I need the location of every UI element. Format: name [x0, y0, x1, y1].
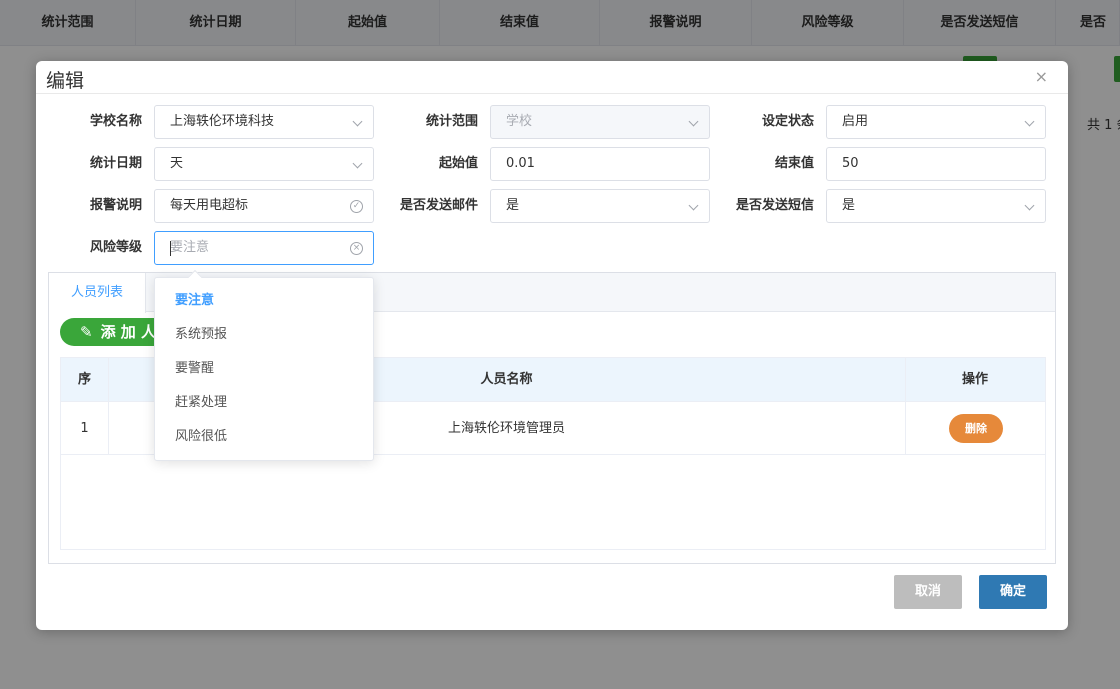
risk-option[interactable]: 风险很低 — [155, 420, 373, 454]
status-select[interactable]: 启用 — [826, 105, 1046, 139]
cancel-button[interactable]: 取消 — [894, 575, 962, 609]
risk-option[interactable]: 要警醒 — [155, 352, 373, 386]
scope-label: 统计范围 — [425, 114, 478, 129]
risk-select[interactable]: 要注意 × — [154, 231, 374, 265]
tab-person-list[interactable]: 人员列表 — [49, 273, 146, 313]
clear-circle-icon[interactable]: × — [350, 242, 363, 255]
send-email-select[interactable]: 是 — [490, 189, 710, 223]
school-label: 学校名称 — [89, 114, 142, 129]
header-action: 操作 — [961, 372, 988, 387]
dialog-divider — [36, 93, 1068, 94]
school-select[interactable]: 上海轶伦环境科技 — [154, 105, 374, 139]
scope-select: 学校 — [490, 105, 710, 139]
chevron-down-icon — [688, 200, 699, 211]
start-input[interactable]: 0.01 — [490, 147, 710, 181]
dialog-title: 编辑 — [46, 70, 85, 92]
end-input[interactable]: 50 — [826, 147, 1046, 181]
add-button-label: 添 加 人 — [100, 323, 157, 341]
edit-pen-icon: ✎ — [80, 323, 93, 341]
chevron-down-icon — [352, 158, 363, 169]
risk-label: 风险等级 — [89, 240, 142, 255]
risk-option[interactable]: 要注意 — [155, 284, 373, 318]
delete-button[interactable]: 删除 — [949, 414, 1003, 443]
status-label: 设定状态 — [761, 114, 814, 129]
close-icon[interactable]: × — [1035, 67, 1048, 86]
column-divider — [905, 358, 906, 455]
send-email-label: 是否发送邮件 — [399, 198, 478, 213]
alarm-desc-label: 报警说明 — [89, 198, 142, 213]
start-label: 起始值 — [438, 156, 478, 171]
chevron-down-icon — [1024, 116, 1035, 127]
chevron-down-icon — [352, 116, 363, 127]
row-index: 1 — [80, 421, 89, 436]
chevron-down-icon — [688, 116, 699, 127]
send-sms-label: 是否发送短信 — [735, 198, 814, 213]
date-select[interactable]: 天 — [154, 147, 374, 181]
confirm-button[interactable]: 确定 — [979, 575, 1047, 609]
risk-option[interactable]: 系统预报 — [155, 318, 373, 352]
column-divider — [108, 358, 109, 455]
chevron-down-icon — [1024, 200, 1035, 211]
alarm-desc-input[interactable]: 每天用电超标 ✓ — [154, 189, 374, 223]
header-index: 序 — [77, 372, 91, 387]
send-sms-select[interactable]: 是 — [826, 189, 1046, 223]
text-caret — [170, 241, 171, 256]
risk-option[interactable]: 赶紧处理 — [155, 386, 373, 420]
risk-dropdown: 要注意 系统预报 要警醒 赶紧处理 风险很低 — [154, 269, 374, 461]
end-label: 结束值 — [774, 156, 814, 171]
check-circle-icon: ✓ — [350, 200, 363, 213]
date-label: 统计日期 — [89, 156, 142, 171]
